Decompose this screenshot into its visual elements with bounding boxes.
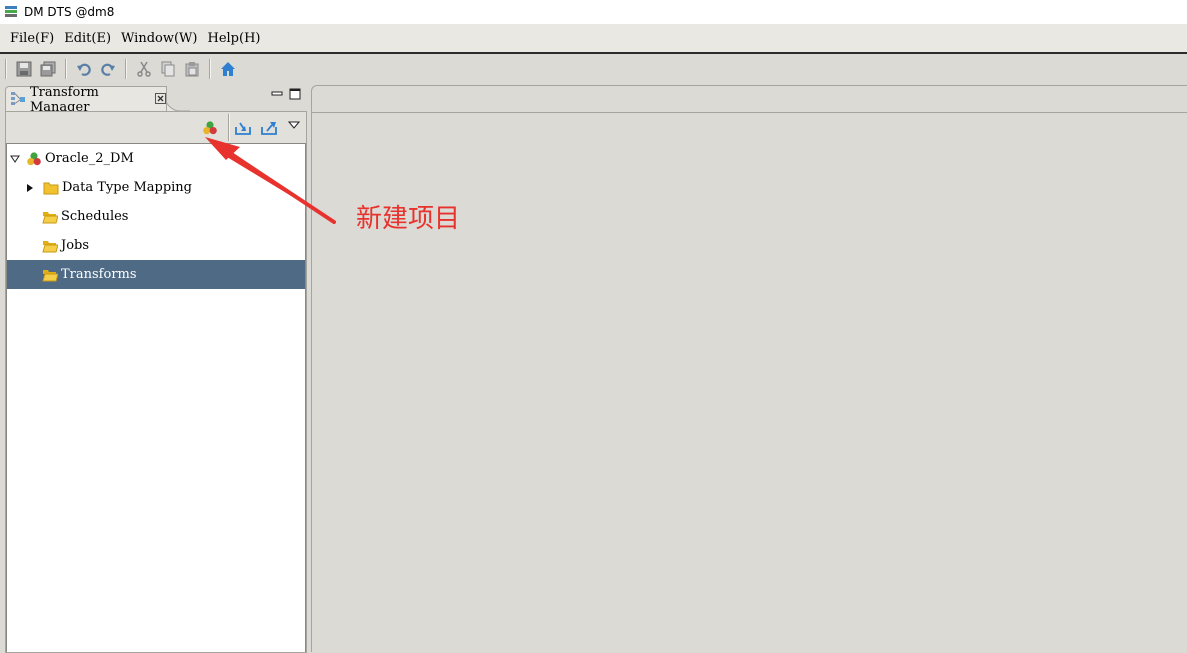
annotation-label: 新建项目: [356, 204, 461, 234]
tree-node-data-type-mapping[interactable]: Data Type Mapping: [7, 173, 305, 202]
home-button[interactable]: [218, 59, 238, 79]
cut-icon: [137, 61, 151, 77]
tree-node-label: Schedules: [61, 209, 129, 224]
window-title: DM DTS @dm8: [24, 5, 115, 19]
undo-button[interactable]: [74, 59, 94, 79]
open-folder-icon: [42, 239, 58, 253]
export-button[interactable]: [258, 118, 280, 138]
toolbar-separator: [209, 59, 211, 79]
tab-transform-manager[interactable]: Transform Manager: [5, 84, 167, 115]
view-menu-icon: [288, 121, 300, 129]
project-icon: [26, 151, 42, 167]
main-toolbar: [0, 54, 1187, 84]
open-folder-icon: [42, 210, 58, 224]
transform-manager-view: Oracle_2_DM Data Type Mapping Schedules …: [5, 111, 307, 653]
redo-button[interactable]: [98, 59, 118, 79]
open-folder-icon: [42, 268, 58, 282]
tree-node-transforms[interactable]: Transforms: [7, 260, 305, 289]
tree-node-label: Data Type Mapping: [62, 180, 192, 195]
title-bar: DM DTS @dm8: [0, 0, 1187, 24]
paste-icon: [185, 62, 199, 77]
editor-area: [311, 85, 1187, 652]
project-tree[interactable]: Oracle_2_DM Data Type Mapping Schedules …: [6, 144, 306, 652]
menu-help[interactable]: Help(H): [202, 31, 265, 46]
tree-node-label: Jobs: [61, 238, 90, 253]
toolbar-separator: [65, 59, 67, 79]
tree-node-root[interactable]: Oracle_2_DM: [7, 144, 305, 173]
editor-tab-strip: [312, 86, 1187, 113]
minimize-icon[interactable]: [271, 88, 283, 100]
home-icon: [221, 62, 235, 76]
save-all-button[interactable]: [38, 59, 58, 79]
import-button[interactable]: [232, 118, 254, 138]
menu-bar: File(F) Edit(E) Window(W) Help(H): [0, 24, 1187, 54]
view-toolbar: [6, 112, 306, 144]
menu-window[interactable]: Window(W): [116, 31, 202, 46]
tree-node-schedules[interactable]: Schedules: [7, 202, 305, 231]
import-icon: [235, 122, 251, 135]
save-button[interactable]: [14, 59, 34, 79]
menu-file[interactable]: File(F): [5, 31, 59, 46]
toolbar-separator: [125, 59, 127, 79]
undo-icon: [77, 63, 91, 76]
collapsed-twisty-icon[interactable]: [24, 183, 36, 193]
app-icon: [5, 6, 17, 17]
tab-label: Transform Manager: [30, 84, 99, 115]
view-menu-button[interactable]: [283, 115, 305, 135]
tree-node-label: Transforms: [61, 267, 137, 282]
new-project-button[interactable]: [199, 118, 221, 138]
copy-icon: [161, 61, 175, 77]
tree-node-label: Oracle_2_DM: [45, 151, 134, 166]
close-icon: [155, 92, 166, 104]
view-toolbar-separator: [228, 114, 230, 141]
tree-node-jobs[interactable]: Jobs: [7, 231, 305, 260]
copy-button[interactable]: [158, 59, 178, 79]
view-controls: [271, 88, 301, 100]
maximize-icon[interactable]: [289, 88, 301, 100]
export-icon: [261, 122, 277, 135]
tab-close-button[interactable]: [155, 92, 166, 107]
redo-icon: [101, 63, 115, 76]
new-project-icon: [203, 121, 217, 135]
expanded-twisty-icon[interactable]: [9, 154, 21, 164]
save-icon: [16, 61, 32, 77]
paste-button[interactable]: [182, 59, 202, 79]
transform-manager-icon: [10, 90, 26, 110]
menu-edit[interactable]: Edit(E): [59, 31, 116, 46]
save-all-icon: [40, 61, 56, 77]
folder-icon: [43, 181, 59, 195]
cut-button[interactable]: [134, 59, 154, 79]
toolbar-separator: [5, 59, 7, 79]
